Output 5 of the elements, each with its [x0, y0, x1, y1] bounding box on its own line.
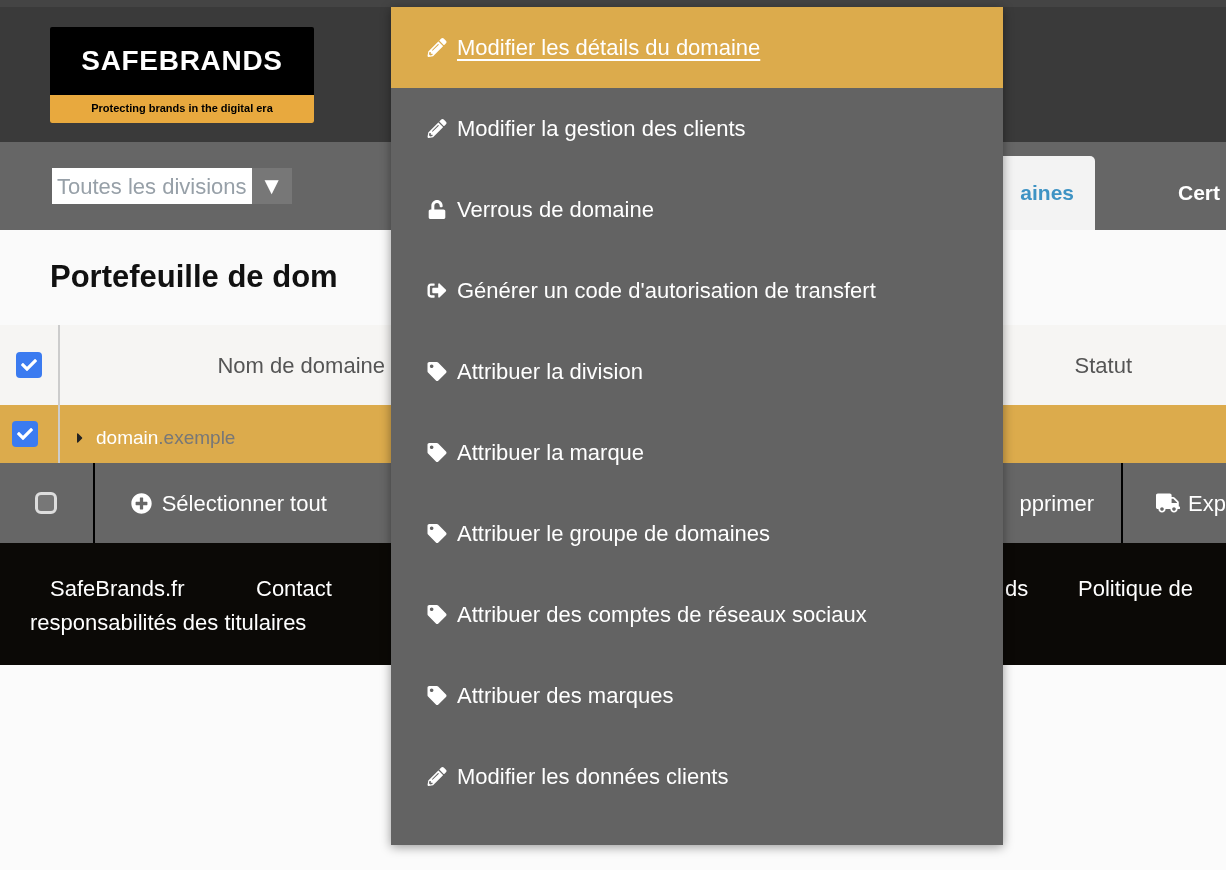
- logo-wordmark: SAFEBRANDS: [80, 43, 284, 78]
- column-header: Statut: [1074, 351, 1132, 380]
- logo-tagline: Protecting brands in the digital era: [50, 94, 314, 123]
- column-header: Nom de domaine: [217, 351, 385, 380]
- page-title: Portefeuille de dom: [50, 258, 338, 297]
